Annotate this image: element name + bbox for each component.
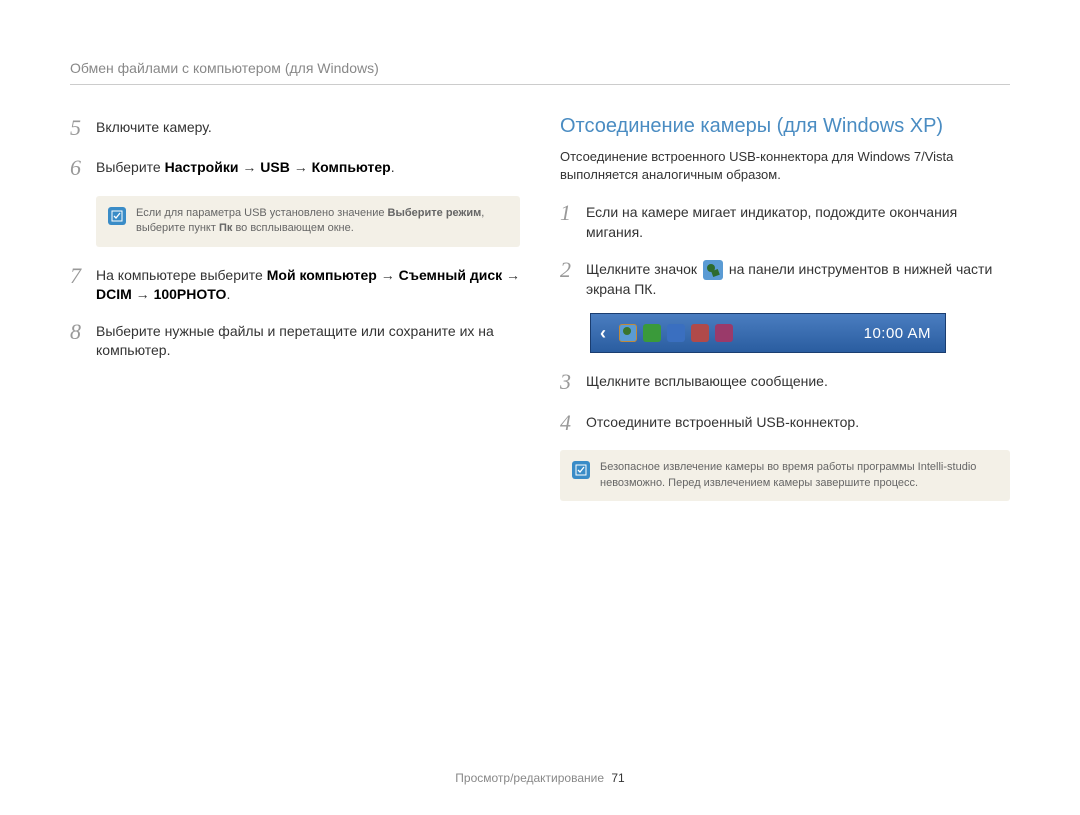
left-column: 5 Включите камеру. 6 Выберите Настройки … <box>70 115 520 517</box>
text-bold: Компьютер <box>312 159 391 175</box>
chevron-left-icon: ‹ <box>591 323 615 344</box>
taskbar-screenshot: ‹ 10:00 AM <box>590 313 946 353</box>
text-prefix: На компьютере выберите <box>96 267 267 283</box>
shield-icon <box>643 324 661 342</box>
text-arrow: → <box>132 286 154 302</box>
text-bold: Мой компьютер <box>267 267 377 283</box>
step-text: Выберите Настройки → USB → Компьютер. <box>96 155 395 178</box>
page-header: Обмен файлами с компьютером (для Windows… <box>70 60 1010 85</box>
note-text: Безопасное извлечение камеры во время ра… <box>600 460 998 491</box>
step-3: 3 Щелкните всплывающее сообщение. <box>560 369 1010 395</box>
tray-icons <box>619 324 733 342</box>
step-number: 2 <box>560 257 586 283</box>
text-bold: Съемный диск <box>399 267 502 283</box>
text-arrow: → <box>238 159 260 175</box>
step-5: 5 Включите камеру. <box>70 115 520 141</box>
text-arrow: → <box>502 267 520 283</box>
text-bold: USB <box>260 159 290 175</box>
step-text: Щелкните всплывающее сообщение. <box>586 369 828 392</box>
text-prefix: Выберите <box>96 159 165 175</box>
header-title: Обмен файлами с компьютером (для Windows… <box>70 60 379 76</box>
step-text: Щелкните значок на панели инструментов в… <box>586 257 1010 300</box>
step-1: 1 Если на камере мигает индикатор, подож… <box>560 200 1010 242</box>
step-number: 1 <box>560 200 586 226</box>
step-number: 5 <box>70 115 96 141</box>
step-number: 8 <box>70 319 96 345</box>
step-text: Отсоедините встроенный USB-коннектор. <box>586 410 859 433</box>
step-text: Включите камеру. <box>96 115 212 138</box>
network-icon <box>667 324 685 342</box>
volume-icon <box>691 324 709 342</box>
step-text: Если на камере мигает индикатор, подожди… <box>586 200 1010 242</box>
page-footer: Просмотр/редактирование 71 <box>0 771 1080 785</box>
note-text: Если для параметра USB установлено значе… <box>136 206 508 237</box>
step-number: 4 <box>560 410 586 436</box>
safely-remove-hardware-icon <box>619 324 637 342</box>
step-7: 7 На компьютере выберите Мой компьютер →… <box>70 263 520 305</box>
text-bold: DCIM <box>96 286 132 302</box>
step-text: На компьютере выберите Мой компьютер → С… <box>96 263 520 305</box>
content-columns: 5 Включите камеру. 6 Выберите Настройки … <box>70 115 1010 517</box>
note-suffix: во всплывающем окне. <box>232 222 353 234</box>
right-column: Отсоединение камеры (для Windows XP) Отс… <box>560 115 1010 517</box>
note-bold: Пк <box>219 222 232 234</box>
note-icon <box>572 461 590 479</box>
step-number: 3 <box>560 369 586 395</box>
note-box: Если для параметра USB установлено значе… <box>96 196 520 247</box>
step-6: 6 Выберите Настройки → USB → Компьютер. <box>70 155 520 181</box>
footer-section: Просмотр/редактирование <box>455 771 604 785</box>
step-text: Выберите нужные файлы и перетащите или с… <box>96 319 520 361</box>
footer-page-number: 71 <box>611 771 624 785</box>
text-bold: 100PHOTO <box>154 286 227 302</box>
section-subtitle: Отсоединение встроенного USB-коннектора … <box>560 148 1010 184</box>
note-bold: Выберите режим <box>388 207 482 219</box>
tray-misc-icon <box>715 324 733 342</box>
step-2: 2 Щелкните значок на панели инструментов… <box>560 257 1010 300</box>
page: Обмен файлами с компьютером (для Windows… <box>0 0 1080 557</box>
safely-remove-icon <box>703 260 723 280</box>
section-title: Отсоединение камеры (для Windows XP) <box>560 115 1010 138</box>
text-bold: Настройки <box>165 159 239 175</box>
taskbar-clock: 10:00 AM <box>864 325 945 342</box>
step-number: 6 <box>70 155 96 181</box>
note-box: Безопасное извлечение камеры во время ра… <box>560 450 1010 501</box>
text-pre: Щелкните значок <box>586 261 701 277</box>
step-8: 8 Выберите нужные файлы и перетащите или… <box>70 319 520 361</box>
text-suffix: . <box>226 286 230 302</box>
text-arrow: → <box>377 267 399 283</box>
step-number: 7 <box>70 263 96 289</box>
step-4: 4 Отсоедините встроенный USB-коннектор. <box>560 410 1010 436</box>
note-icon <box>108 207 126 225</box>
text-suffix: . <box>391 159 395 175</box>
note-prefix: Если для параметра USB установлено значе… <box>136 207 388 219</box>
text-arrow: → <box>290 159 312 175</box>
